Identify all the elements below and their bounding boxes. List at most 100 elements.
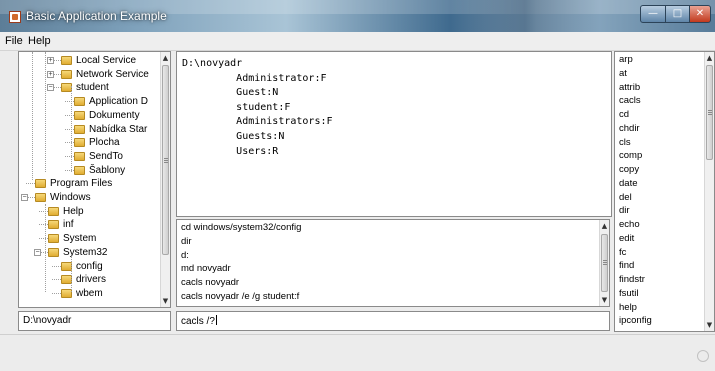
tree-connector xyxy=(65,142,74,144)
grip-line xyxy=(164,158,168,159)
scroll-down-arrow-icon[interactable]: ▼ xyxy=(705,320,714,330)
tree-node-label: inf xyxy=(63,219,74,231)
command-list-item[interactable]: edit xyxy=(619,232,634,246)
scroll-up-arrow-icon[interactable]: ▲ xyxy=(705,53,714,63)
tree-node-label: System32 xyxy=(63,246,108,258)
scroll-down-arrow-icon[interactable]: ▼ xyxy=(161,296,170,306)
history-panel[interactable]: cd windows/system32/config dir d: md novyad… xyxy=(176,219,610,307)
collapse-icon[interactable]: − xyxy=(34,248,41,256)
output-panel: D:\novyadr Administrator:F Guest:N stude… xyxy=(176,51,612,217)
directory-tree[interactable]: + Local Service + Network Service − student Ap… xyxy=(18,51,171,308)
command-list-item[interactable]: at xyxy=(619,67,627,81)
bottom-status-area xyxy=(0,334,715,371)
maximize-button[interactable]: □ xyxy=(665,5,690,23)
tree-node-label: Plocha xyxy=(89,137,120,149)
tree-connector xyxy=(65,114,74,116)
command-list-item[interactable]: dir xyxy=(619,204,630,218)
resize-grip-icon[interactable] xyxy=(697,350,709,362)
command-list-item[interactable]: cd xyxy=(619,108,629,122)
command-list-item[interactable]: cls xyxy=(619,136,631,150)
command-list-item[interactable]: del xyxy=(619,191,632,205)
command-list-item[interactable]: comp xyxy=(619,149,642,163)
text-caret xyxy=(215,315,217,325)
command-list-item[interactable]: chdir xyxy=(619,122,640,136)
history-entry[interactable]: cacls novyadr /e /g student:f xyxy=(181,290,299,304)
command-list-item[interactable]: attrib xyxy=(619,81,640,95)
history-entry[interactable]: dir xyxy=(181,235,192,249)
tree-node-label: Network Service xyxy=(76,68,149,80)
tree-guide-line xyxy=(71,86,72,172)
grip-line xyxy=(164,162,168,163)
expand-icon[interactable]: + xyxy=(47,70,54,78)
command-list-item[interactable]: fsutil xyxy=(619,287,639,301)
application-window: Basic Application Example — □ ✕ File Hel… xyxy=(0,0,715,371)
scroll-up-arrow-icon[interactable]: ▲ xyxy=(161,53,170,63)
history-scrollbar[interactable]: ▲ ▼ xyxy=(599,220,609,306)
history-entry[interactable]: cd windows/system32/config xyxy=(181,221,301,235)
grip-line xyxy=(708,110,712,111)
folder-icon xyxy=(48,247,59,257)
scroll-down-arrow-icon[interactable]: ▼ xyxy=(600,295,609,305)
command-list-item[interactable]: ipconfig xyxy=(619,314,652,328)
folder-icon xyxy=(61,56,72,65)
history-scroll-thumb[interactable] xyxy=(601,234,608,292)
menu-bar: File Help xyxy=(0,32,715,51)
java-app-icon xyxy=(9,11,21,23)
folder-icon xyxy=(61,69,72,79)
tree-scroll-thumb[interactable] xyxy=(162,65,169,255)
command-list-item[interactable]: arp xyxy=(619,53,633,67)
tree-connector xyxy=(65,155,74,157)
command-list-scrollbar[interactable]: ▲ ▼ xyxy=(704,52,714,331)
output-line: student:F xyxy=(182,101,291,113)
output-line: D:\novyadr xyxy=(182,58,243,69)
history-entry[interactable]: md novyadr xyxy=(181,262,231,276)
tree-node-label: Nabídka Star xyxy=(89,123,148,135)
current-path-field: D:\novyadr xyxy=(18,311,171,331)
output-line: Users:R xyxy=(182,145,279,157)
grip-line xyxy=(603,264,607,265)
tree-node-label: Local Service xyxy=(76,55,137,66)
command-list-item[interactable]: find xyxy=(619,259,634,273)
output-line: Guests:N xyxy=(182,131,285,142)
expand-icon[interactable]: + xyxy=(47,57,54,64)
menu-help[interactable]: Help xyxy=(28,35,51,47)
command-list-item[interactable]: copy xyxy=(619,163,639,177)
tree-guide-line xyxy=(32,52,33,180)
command-list-item[interactable]: date xyxy=(619,177,638,191)
tree-node-label: Program Files xyxy=(50,178,113,190)
command-list-item[interactable]: echo xyxy=(619,218,640,232)
folder-icon xyxy=(74,151,85,161)
close-button[interactable]: ✕ xyxy=(689,5,711,23)
tree-guide-line xyxy=(45,204,46,292)
command-input[interactable]: cacls /? xyxy=(176,311,610,331)
history-entry[interactable]: d: xyxy=(181,249,189,263)
window-title: Basic Application Example xyxy=(26,9,167,23)
minimize-button[interactable]: — xyxy=(640,5,666,23)
tree-connector xyxy=(65,128,74,130)
command-list-item[interactable]: fc xyxy=(619,246,626,260)
tree-connector xyxy=(52,265,61,267)
command-list[interactable]: arp at attrib cacls cd chdir cls comp copy date de… xyxy=(614,51,715,332)
title-bar-shade xyxy=(450,0,600,32)
tree-guide-line xyxy=(45,52,46,172)
tree-node-label: SendTo xyxy=(89,150,123,162)
scroll-up-arrow-icon[interactable]: ▲ xyxy=(600,221,609,231)
command-list-scroll-thumb[interactable] xyxy=(706,65,713,160)
history-entry[interactable]: cacls novyadr xyxy=(181,276,239,290)
tree-scrollbar[interactable]: ▲ ▼ xyxy=(160,52,170,307)
command-list-item[interactable]: findstr xyxy=(619,273,645,287)
folder-icon xyxy=(74,110,85,120)
command-list-item[interactable]: help xyxy=(619,301,637,315)
collapse-icon[interactable]: − xyxy=(21,194,28,201)
grip-line xyxy=(708,112,712,113)
folder-icon xyxy=(74,97,85,107)
folder-icon xyxy=(74,165,85,175)
collapse-icon[interactable]: − xyxy=(47,84,54,92)
title-bar[interactable]: Basic Application Example — □ ✕ xyxy=(0,0,715,32)
tree-connector xyxy=(65,169,74,171)
command-list-item[interactable]: cacls xyxy=(619,94,641,108)
menu-file[interactable]: File xyxy=(5,35,23,47)
tree-connector xyxy=(39,224,48,226)
tree-connector xyxy=(52,292,61,294)
tree-node-label: Help xyxy=(63,205,84,217)
